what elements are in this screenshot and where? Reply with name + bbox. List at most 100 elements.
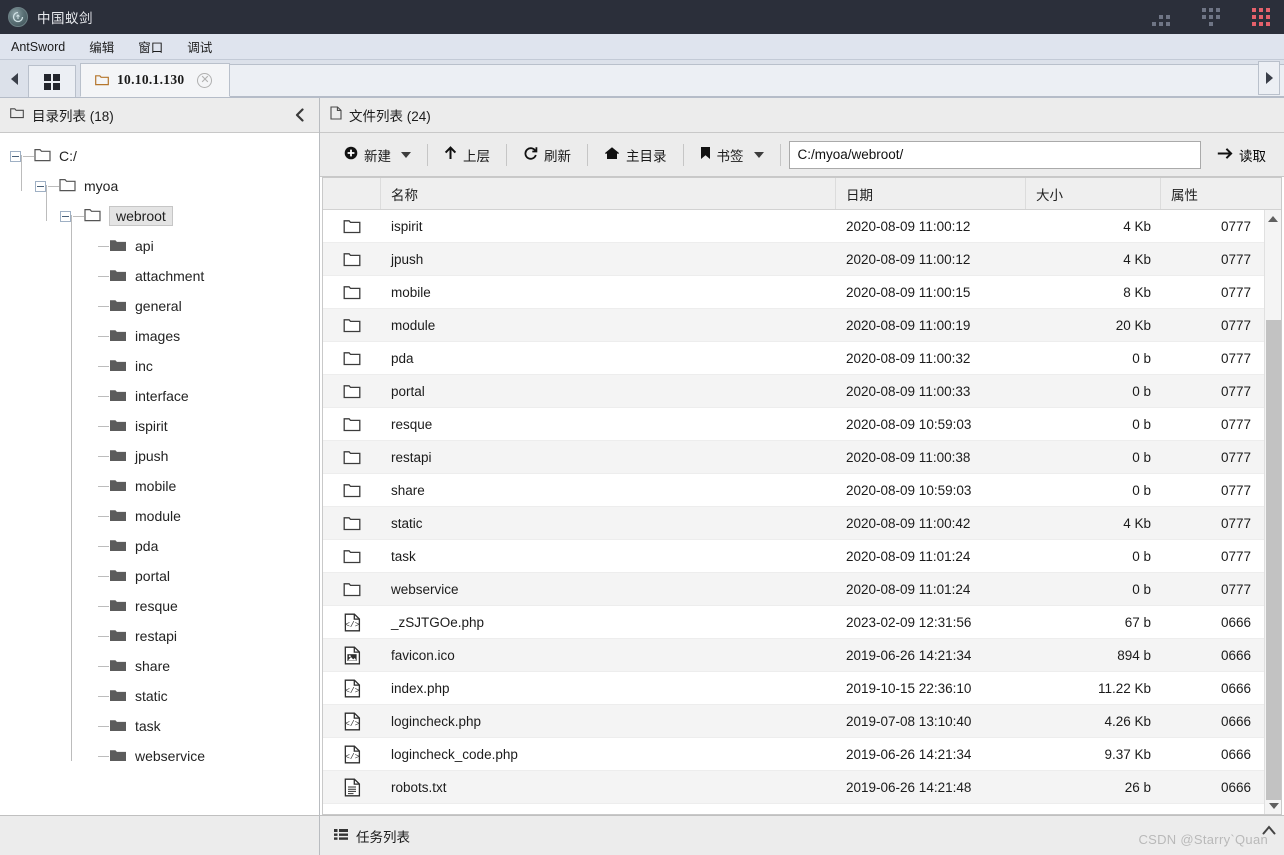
file-row[interactable]: </> _zSJTGOe.php 2023-02-09 12:31:56 67 b 06…: [323, 606, 1281, 639]
collapse-sidebar-button[interactable]: [290, 106, 309, 124]
file-row[interactable]: module 2020-08-09 11:00:19 20 Kb 0777: [323, 309, 1281, 342]
tab-scroll-right-button[interactable]: [1258, 61, 1280, 95]
path-input[interactable]: [788, 140, 1201, 169]
grid-view-button[interactable]: [28, 65, 76, 97]
tree-node-mobile[interactable]: mobile: [0, 471, 319, 501]
file-date: 2020-08-09 11:00:32: [846, 350, 971, 366]
file-name: _zSJTGOe.php: [391, 614, 485, 630]
tree-connector: [73, 215, 84, 217]
file-row[interactable]: portal 2020-08-09 11:00:33 0 b 0777: [323, 375, 1281, 408]
task-status-area: 任务列表 CSDN @Starry`Quan: [320, 815, 1284, 855]
tree-node-label: restapi: [135, 628, 178, 644]
menu-item-window[interactable]: 窗口: [135, 35, 166, 58]
tree-node-static[interactable]: static: [0, 681, 319, 711]
tree-node-webservice[interactable]: webservice: [0, 741, 319, 771]
caret-down-icon[interactable]: [401, 151, 411, 158]
file-size: 0 b: [1132, 416, 1151, 432]
tree-node-portal[interactable]: portal: [0, 561, 319, 591]
tree-node-share[interactable]: share: [0, 651, 319, 681]
file-row[interactable]: </> logincheck.php 2019-07-08 13:10:40 4.26…: [323, 705, 1281, 738]
file-name: ispirit: [391, 218, 423, 234]
expand-tasklist-button[interactable]: [1262, 822, 1276, 840]
home-button[interactable]: 主目录: [590, 140, 681, 170]
tree-node-task[interactable]: task: [0, 711, 319, 741]
tree-node-attachment[interactable]: attachment: [0, 261, 319, 291]
file-row[interactable]: jpush 2020-08-09 11:00:12 4 Kb 0777: [323, 243, 1281, 276]
tree-node-restapi[interactable]: restapi: [0, 621, 319, 651]
tree-node-pda[interactable]: pda: [0, 531, 319, 561]
tree-connector: [98, 755, 109, 757]
close-circle-icon[interactable]: ✕: [197, 72, 213, 88]
file-size: 11.22 Kb: [1097, 680, 1151, 696]
file-row[interactable]: share 2020-08-09 10:59:03 0 b 0777: [323, 474, 1281, 507]
new-button[interactable]: 新建: [330, 140, 425, 170]
menu-item-edit[interactable]: 编辑: [86, 35, 117, 58]
file-row[interactable]: static 2020-08-09 11:00:42 4 Kb 0777: [323, 507, 1281, 540]
minimize-dots-icon[interactable]: [1152, 8, 1170, 26]
column-header-attr[interactable]: 属性: [1161, 178, 1281, 209]
tree-node-interface[interactable]: interface: [0, 381, 319, 411]
file-attr: 0777: [1220, 482, 1251, 498]
scroll-down-button[interactable]: [1265, 797, 1281, 814]
home-icon: [604, 146, 620, 163]
file-size: 20 Kb: [1115, 317, 1151, 333]
menu-item-antsword[interactable]: AntSword: [8, 38, 68, 56]
tree-node-ispirit[interactable]: ispirit: [0, 411, 319, 441]
close-dots-icon[interactable]: [1252, 8, 1270, 26]
file-list-scrollbar[interactable]: [1264, 210, 1281, 814]
column-header-date[interactable]: 日期: [836, 178, 1026, 209]
file-row[interactable]: mobile 2020-08-09 11:00:15 8 Kb 0777: [323, 276, 1281, 309]
scroll-up-button[interactable]: [1265, 210, 1281, 227]
up-button-label: 上层: [463, 148, 490, 164]
collapse-node-icon[interactable]: [35, 180, 46, 192]
tree-connector: [98, 365, 109, 367]
tree-node-c[interactable]: C:/: [0, 141, 319, 171]
tree-connector: [98, 665, 109, 667]
image-file-icon: [323, 646, 381, 665]
collapse-node-icon[interactable]: [10, 150, 21, 162]
folder-icon: [109, 328, 127, 345]
file-row[interactable]: restapi 2020-08-09 11:00:38 0 b 0777: [323, 441, 1281, 474]
tab-10-10-1-130[interactable]: 10.10.1.130 ✕: [80, 63, 230, 97]
file-attr: 0666: [1220, 614, 1251, 630]
file-row[interactable]: </> index.php 2019-10-15 22:36:10 11.22 Kb 0…: [323, 672, 1281, 705]
folder-icon: [323, 483, 381, 498]
menu-item-debug[interactable]: 调试: [184, 35, 215, 58]
file-row[interactable]: pda 2020-08-09 11:00:32 0 b 0777: [323, 342, 1281, 375]
file-row[interactable]: resque 2020-08-09 10:59:03 0 b 0777: [323, 408, 1281, 441]
tree-node-general[interactable]: general: [0, 291, 319, 321]
maximize-dots-icon[interactable]: [1202, 8, 1220, 26]
tree-node-label: pda: [135, 538, 159, 554]
column-header-name[interactable]: 名称: [381, 178, 836, 209]
up-button[interactable]: 上层: [430, 140, 504, 170]
bookmark-button[interactable]: 书签: [686, 140, 778, 170]
tree-node-api[interactable]: api: [0, 231, 319, 261]
scrollbar-thumb[interactable]: [1266, 320, 1281, 800]
tree-node-label: module: [135, 508, 181, 524]
file-row[interactable]: ispirit 2020-08-09 11:00:12 4 Kb 0777: [323, 210, 1281, 243]
tab-scroll-left-button[interactable]: [0, 61, 28, 97]
tree-node-label: inc: [135, 358, 153, 374]
tree-node-images[interactable]: images: [0, 321, 319, 351]
collapse-node-icon[interactable]: [60, 210, 71, 222]
tree-node-module[interactable]: module: [0, 501, 319, 531]
file-row[interactable]: </> logincheck_code.php 2019-06-26 14:21:3…: [323, 738, 1281, 771]
workspace: 目录列表 (18) C:/ myoa webroot api attachment gen…: [0, 98, 1284, 815]
tree-node-inc[interactable]: inc: [0, 351, 319, 381]
chevron-left-icon: [295, 108, 304, 122]
file-row[interactable]: favicon.ico 2019-06-26 14:21:34 894 b 0666: [323, 639, 1281, 672]
refresh-button[interactable]: 刷新: [509, 140, 585, 170]
folder-icon: [109, 718, 127, 735]
file-row[interactable]: webservice 2020-08-09 11:01:24 0 b 0777: [323, 573, 1281, 606]
tree-node-resque[interactable]: resque: [0, 591, 319, 621]
caret-down-icon[interactable]: [753, 151, 764, 158]
column-header-size[interactable]: 大小: [1026, 178, 1161, 209]
tree-node-webroot[interactable]: webroot: [0, 201, 319, 231]
tree-node-myoa[interactable]: myoa: [0, 171, 319, 201]
column-header-icon[interactable]: [323, 178, 381, 209]
tasklist-button[interactable]: 任务列表: [334, 826, 410, 846]
file-row[interactable]: task 2020-08-09 11:01:24 0 b 0777: [323, 540, 1281, 573]
read-button[interactable]: 读取: [1209, 140, 1274, 170]
tree-node-jpush[interactable]: jpush: [0, 441, 319, 471]
file-row[interactable]: robots.txt 2019-06-26 14:21:48 26 b 0666: [323, 771, 1281, 804]
